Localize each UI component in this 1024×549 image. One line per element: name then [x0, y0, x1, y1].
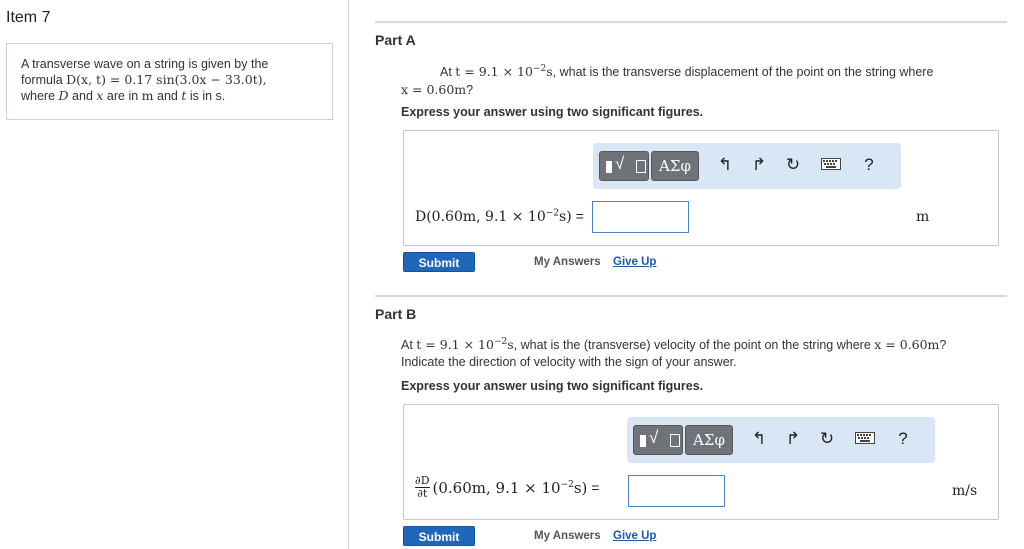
part-b-question-line-2: Indicate the direction of velocity with …: [401, 355, 737, 370]
problem-panel: Item 7 A transverse wave on a string is …: [0, 0, 349, 549]
part-b-answer-box: √ ΑΣφ ↰ ↱ ↻ ? ∂D ∂t (0.60m, 9.1 × 10−2s)…: [403, 404, 999, 520]
undo-icon[interactable]: ↰: [747, 427, 771, 451]
and-text-2: and: [153, 89, 182, 103]
part-b-unit: m/s: [952, 483, 978, 499]
and-text: and: [68, 89, 97, 103]
part-b-at: At: [401, 338, 417, 353]
part-b-lhs-equals: =: [587, 479, 600, 496]
part-b-x-expr: x = 0.60m: [874, 337, 940, 353]
part-b-lhs: ∂D ∂t (0.60m, 9.1 × 10−2s) =: [415, 475, 600, 500]
templates-square-icon: [640, 435, 646, 447]
part-a-question-line-1: At t = 9.1 × 10−2s, what is the transver…: [401, 61, 1001, 81]
part-a-lhs-equals: =: [571, 208, 584, 224]
is-in-s-text: is in s.: [186, 89, 226, 103]
part-b-question-mark: ?: [939, 338, 947, 353]
redo-icon[interactable]: ↱: [747, 153, 771, 177]
problem-line-1: A transverse wave on a string is given b…: [21, 57, 269, 71]
partial-derivative-fraction: ∂D ∂t: [415, 475, 430, 500]
help-icon[interactable]: ?: [857, 153, 881, 177]
undo-icon[interactable]: ↰: [713, 153, 737, 177]
part-a-question-text: , what is the transverse displacement of…: [552, 65, 934, 80]
are-in-text: are in: [103, 89, 142, 103]
problem-line-2: formula D(x, t) = 0.17 sin(3.0x − 33.0t)…: [21, 72, 318, 88]
part-a-give-up-link[interactable]: Give Up: [613, 256, 656, 268]
reset-icon[interactable]: ↻: [815, 427, 839, 451]
templates-button[interactable]: √: [599, 151, 649, 181]
part-a-question-mark: ?: [466, 83, 474, 98]
part-a-x-expr: x = 0.60m: [401, 82, 467, 98]
parts-panel: Part A At t = 9.1 × 10−2s, what is the t…: [349, 0, 1024, 549]
reset-icon[interactable]: ↻: [781, 153, 805, 177]
part-a-lhs: D(0.60m, 9.1 × 10−2s) =: [415, 208, 584, 225]
part-b-question-line-1: At t = 9.1 × 10−2s, what is the (transve…: [401, 334, 1001, 354]
part-b-lhs-exp: −2: [560, 479, 574, 490]
keyboard-icon[interactable]: [819, 153, 843, 177]
part-b-toolbar: √ ΑΣφ ↰ ↱ ↻ ?: [627, 417, 935, 463]
part-a-lhs-exp: −2: [545, 208, 560, 219]
part-b-divider: [375, 295, 1007, 297]
part-b-lhs-close: s): [573, 478, 588, 497]
partial-derivative-denominator: ∂t: [417, 487, 428, 500]
problem-statement: A transverse wave on a string is given b…: [6, 43, 333, 120]
part-b-question: At t = 9.1 × 10−2s, what is the (transve…: [401, 334, 1001, 371]
problem-line-3: where D and x are in m and t is in s.: [21, 88, 318, 104]
part-a-lhs-close: s): [559, 209, 572, 225]
part-a-unit: m: [916, 209, 930, 225]
templates-button[interactable]: √: [633, 425, 683, 455]
formula-prefix: formula: [21, 73, 67, 87]
part-b-title: Part B: [375, 306, 417, 322]
part-b-my-answers-link[interactable]: My Answers: [534, 530, 601, 542]
part-a-divider: [375, 21, 1007, 23]
unit-m: m: [141, 88, 154, 103]
part-b-submit-button[interactable]: Submit: [403, 526, 475, 546]
part-b-question-text: , what is the (transverse) velocity of t…: [513, 338, 875, 353]
part-b-lhs-main: (0.60m, 9.1 × 10: [432, 478, 561, 497]
part-b-time-exp: −2: [493, 337, 508, 347]
wave-formula: D(x, t) = 0.17 sin(3.0x − 33.0t),: [66, 72, 267, 87]
part-a-title: Part A: [375, 32, 416, 48]
part-a-instruction: Express your answer using two significan…: [401, 105, 704, 119]
part-b-instruction: Express your answer using two significan…: [401, 379, 704, 393]
part-a-answer-box: √ ΑΣφ ↰ ↱ ↻ ? D(0.60m, 9.1 × 10−2s) = m: [403, 130, 999, 246]
part-b-answer-input[interactable]: [628, 475, 725, 507]
greek-button[interactable]: ΑΣφ: [685, 425, 733, 455]
part-a-answer-input[interactable]: [592, 201, 689, 233]
box-icon: [636, 160, 646, 173]
radical-icon: √: [615, 154, 625, 173]
greek-button[interactable]: ΑΣφ: [651, 151, 699, 181]
help-icon[interactable]: ?: [891, 427, 915, 451]
templates-square-icon: [606, 161, 612, 173]
part-b-time-expr: t = 9.1 × 10: [416, 337, 494, 353]
radical-icon: √: [649, 428, 659, 447]
where-text: where: [21, 89, 59, 103]
part-a-question: At t = 9.1 × 10−2s, what is the transver…: [401, 61, 1001, 99]
redo-icon[interactable]: ↱: [781, 427, 805, 451]
var-d: D: [58, 88, 69, 103]
item-title: Item 7: [6, 9, 51, 26]
part-a-toolbar: √ ΑΣφ ↰ ↱ ↻ ?: [593, 143, 901, 189]
part-a-submit-button[interactable]: Submit: [403, 252, 475, 272]
keyboard-icon[interactable]: [853, 427, 877, 451]
part-a-time-exp: −2: [532, 64, 547, 74]
part-b-lhs-args: (0.60m, 9.1 × 10−2s): [433, 479, 588, 497]
part-a-question-line-2: x = 0.60m?: [401, 81, 1001, 99]
box-icon: [670, 434, 680, 447]
part-a-at: At: [440, 65, 456, 80]
part-a-time-expr: t = 9.1 × 10: [455, 64, 533, 80]
part-a-my-answers-link[interactable]: My Answers: [534, 256, 601, 268]
part-a-lhs-main: D(0.60m, 9.1 × 10: [415, 209, 546, 225]
part-b-give-up-link[interactable]: Give Up: [613, 530, 656, 542]
